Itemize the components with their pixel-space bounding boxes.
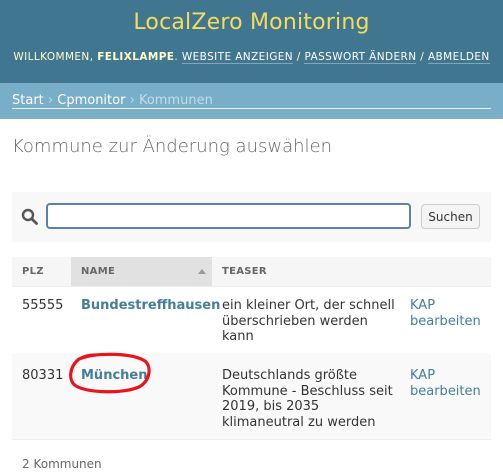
edit-kap-line: KAP	[410, 298, 436, 313]
column-header-teaser[interactable]: TEASER	[212, 257, 400, 287]
teaser-cell: Deutschlands größte Kommune - Beschluss …	[222, 368, 402, 430]
kommune-name-link[interactable]: Bundestreffhausen	[81, 298, 220, 314]
breadcrumb-separator: ›	[129, 93, 135, 108]
search-icon	[21, 208, 38, 225]
teaser-line: ein kleiner Ort, der schnell	[222, 298, 395, 313]
site-header: LocalZero Monitoring WILLKOMMEN, FELIXLA…	[0, 0, 503, 83]
edit-kap-line: bearbeiten	[410, 313, 481, 329]
breadcrumb: Start › Cpmonitor › Kommunen	[0, 83, 503, 119]
plz-cell: 80331	[22, 368, 64, 383]
red-annotation-circle	[69, 352, 151, 394]
breadcrumb-app-link[interactable]: Cpmonitor	[57, 93, 125, 108]
site-branding[interactable]: LocalZero Monitoring	[0, 10, 503, 35]
teaser-line: überschrieben werden	[222, 313, 368, 329]
search-button[interactable]: Suchen	[421, 204, 480, 229]
search-input[interactable]	[46, 203, 411, 229]
column-header-name[interactable]: NAME	[71, 257, 212, 287]
teaser-line: 2019, bis 2035	[222, 399, 320, 414]
edit-kap-line: bearbeiten	[410, 383, 481, 399]
teaser-line: klimaneutral zu werden	[222, 414, 376, 430]
edit-kap-link[interactable]: KAP bearbeiten	[410, 368, 488, 399]
teaser-cell: ein kleiner Ort, der schnell überschrieb…	[222, 298, 402, 345]
column-header-plz[interactable]: PLZ	[12, 257, 71, 287]
column-header-actions	[400, 257, 491, 287]
column-header-label: PLZ	[22, 266, 44, 277]
username: FELIXLAMPE	[97, 51, 175, 63]
paginator: 2 Kommunen	[22, 457, 102, 471]
edit-kap-link[interactable]: KAP bearbeiten	[410, 298, 488, 329]
breadcrumb-home-link[interactable]: Start	[12, 93, 44, 108]
breadcrumb-current: Kommunen	[138, 93, 213, 108]
welcome-text: WILLKOMMEN,	[13, 51, 94, 63]
search-toolbar: Suchen	[12, 192, 491, 242]
teaser-line: kann	[222, 329, 254, 344]
column-header-label: TEASER	[222, 266, 267, 277]
separator: /	[296, 51, 301, 63]
table-row: 55555 Bundestreffhausen ein kleiner Ort,…	[12, 287, 491, 354]
edit-kap-line: KAP	[410, 368, 436, 383]
teaser-line: Kommune - Beschluss seit	[222, 383, 393, 399]
user-tools: WILLKOMMEN, FELIXLAMPE. WEBSITE ANZEIGEN…	[13, 51, 490, 64]
column-header-label: NAME	[81, 266, 116, 277]
teaser-line: Deutschlands größte	[222, 368, 358, 383]
separator: /	[420, 51, 425, 63]
plz-cell: 55555	[22, 298, 64, 313]
page-title: Kommune zur Änderung auswählen	[12, 136, 333, 157]
sort-ascending-icon[interactable]	[198, 269, 206, 274]
logout-link[interactable]: ABMELDEN	[427, 51, 490, 64]
change-password-link[interactable]: PASSWORT ÄNDERN	[304, 51, 417, 64]
view-site-link[interactable]: WEBSITE ANZEIGEN	[181, 51, 294, 64]
breadcrumb-separator: ›	[47, 93, 54, 108]
